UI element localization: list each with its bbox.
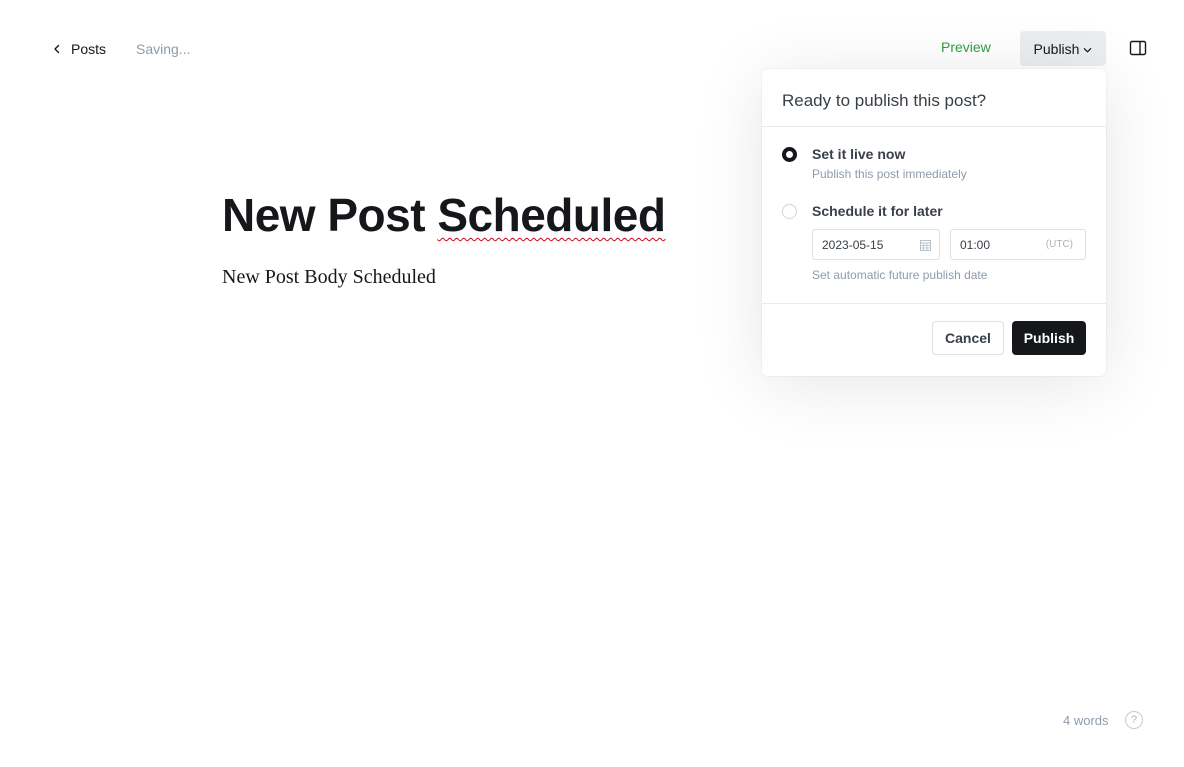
chevron-left-icon: [54, 44, 60, 54]
publish-popover: Ready to publish this post? Set it live …: [762, 69, 1106, 376]
calendar-icon: [920, 240, 931, 251]
publish-menu-button[interactable]: Publish: [1020, 31, 1106, 66]
back-link-label: Posts: [71, 41, 107, 57]
publish-time-input[interactable]: 01:00 (UTC): [950, 229, 1086, 260]
time-value: 01:00: [960, 238, 991, 252]
popover-heading: Ready to publish this post?: [762, 69, 1106, 127]
word-count: 4 words: [1063, 713, 1109, 728]
post-title[interactable]: New Post Scheduled: [222, 188, 666, 242]
editor-page: Posts Saving... Preview Publish New Post…: [0, 0, 1184, 767]
radio-publish-now[interactable]: [782, 147, 797, 162]
sidebar-panel-icon[interactable]: [1129, 39, 1147, 57]
post-title-part-2: Scheduled: [437, 189, 666, 241]
post-body[interactable]: New Post Body Scheduled: [222, 266, 436, 289]
publish-date-input[interactable]: 2023-05-15: [812, 229, 940, 260]
help-glyph: ?: [1130, 714, 1138, 726]
option-description: Publish this post immediately: [812, 167, 967, 181]
preview-button[interactable]: Preview: [941, 39, 991, 59]
chevron-down-icon: [1084, 47, 1092, 52]
cancel-button[interactable]: Cancel: [932, 321, 1004, 355]
publish-button[interactable]: Publish: [1012, 321, 1086, 355]
back-to-posts-link[interactable]: Posts: [52, 38, 106, 60]
timezone-label: (UTC): [1045, 239, 1073, 250]
save-status: Saving...: [136, 41, 191, 57]
date-value: 2023-05-15: [822, 238, 884, 252]
publish-menu-label: Publish: [1033, 40, 1080, 57]
help-icon[interactable]: ?: [1125, 711, 1143, 729]
option-label: Schedule it for later: [812, 203, 943, 219]
option-label: Set it live now: [812, 146, 906, 162]
schedule-description: Set automatic future publish date: [812, 268, 988, 282]
popover-divider: [762, 303, 1106, 304]
post-title-part-1: New Post: [222, 189, 426, 241]
radio-schedule-later[interactable]: [782, 204, 797, 219]
